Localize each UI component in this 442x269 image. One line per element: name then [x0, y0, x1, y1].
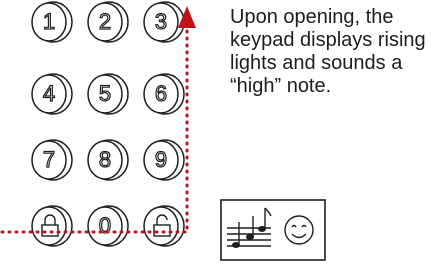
- keypad-key[interactable]: 0: [87, 205, 129, 247]
- keypad-key[interactable]: 1: [31, 1, 73, 43]
- key-label: 7: [43, 147, 55, 172]
- keypad-keys: 1 2 3 4 5 6 7 8 9 0: [31, 1, 185, 247]
- keypad-key[interactable]: 4: [31, 73, 73, 115]
- diagram-caption: Upon opening, the keypad displays rising…: [230, 6, 426, 97]
- key-label: 4: [43, 81, 55, 106]
- key-label: 0: [99, 213, 111, 238]
- key-label: 3: [155, 9, 167, 34]
- keypad-key[interactable]: 7: [31, 139, 73, 181]
- key-label: 5: [99, 81, 111, 106]
- keypad-key[interactable]: 6: [143, 73, 185, 115]
- keypad-key[interactable]: 8: [87, 139, 129, 181]
- key-label: 2: [99, 9, 111, 34]
- keypad-key[interactable]: 5: [87, 73, 129, 115]
- key-label: 8: [99, 147, 111, 172]
- keypad-key[interactable]: [143, 205, 185, 247]
- keypad-key[interactable]: 9: [143, 139, 185, 181]
- keypad-key[interactable]: 2: [87, 1, 129, 43]
- key-label: 1: [43, 9, 55, 34]
- key-label: 9: [155, 147, 167, 172]
- sound-feedback-icon: [220, 199, 326, 261]
- key-label: 6: [155, 81, 167, 106]
- keypad-key[interactable]: 3: [143, 1, 185, 43]
- keypad-key[interactable]: [31, 205, 73, 247]
